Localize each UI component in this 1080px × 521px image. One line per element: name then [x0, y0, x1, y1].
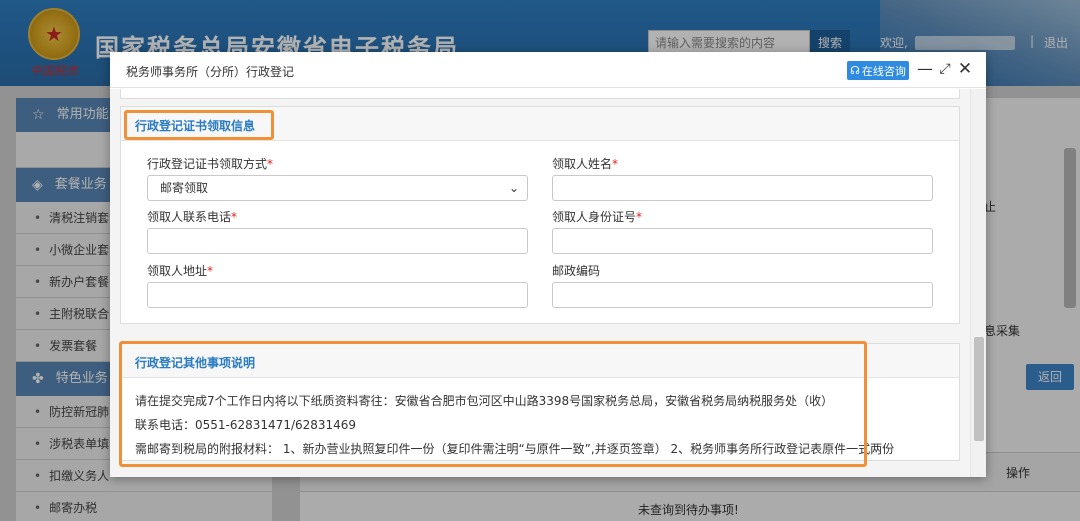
online-consult-label: 在线咨询 [861, 64, 906, 78]
receiver-address-input[interactable] [147, 282, 528, 308]
receiver-name-input[interactable] [552, 175, 933, 201]
receiver-phone-input[interactable] [147, 228, 528, 254]
certificate-collection-panel: 行政登记证书领取信息 行政登记证书领取方式* 邮寄领取 ⌄ 领取人姓名* 领取人… [120, 106, 960, 324]
contact-phone-text: 联系电话：0551-62831471/62831469 [135, 418, 357, 432]
chevron-down-icon: ⌄ [508, 181, 519, 195]
receiver-id-label: 领取人身份证号* [552, 210, 643, 224]
receiver-name-label: 领取人姓名* [552, 157, 619, 171]
receiver-address-label: 领取人地址* [147, 264, 214, 278]
required-mark: * [636, 210, 643, 224]
collection-method-select[interactable]: 邮寄领取 ⌄ [147, 175, 528, 201]
modal-scrollbar-thumb[interactable] [974, 337, 984, 441]
certificate-collection-header: 行政登记证书领取信息 [121, 107, 959, 141]
modal-title: 税务师事务所（分所）行政登记 [126, 65, 295, 79]
required-mark: * [267, 157, 274, 171]
maximize-icon[interactable]: ⤢ [936, 59, 954, 79]
certificate-collection-title: 行政登记证书领取信息 [135, 119, 256, 133]
online-consult-button[interactable]: ☊ 在线咨询 [847, 61, 909, 80]
modal-scrollbar[interactable] [970, 89, 986, 477]
collection-method-value: 邮寄领取 [160, 181, 209, 195]
required-mark: * [231, 210, 238, 224]
other-matters-panel: 行政登记其他事项说明 请在提交完成7个工作日内将以下纸质资料寄往：安徽省合肥市包… [120, 343, 960, 461]
headset-icon: ☊ [850, 64, 860, 77]
other-matters-title: 行政登记其他事项说明 [135, 356, 256, 370]
registration-modal: 税务师事务所（分所）行政登记 ☊ 在线咨询 — ⤢ ✕ 行政登记证书领取信息 行… [110, 52, 986, 477]
receiver-phone-label: 领取人联系电话* [147, 210, 238, 224]
minimize-icon[interactable]: — [916, 59, 934, 79]
close-icon[interactable]: ✕ [956, 59, 974, 79]
required-mark: * [207, 264, 214, 278]
postal-code-label: 邮政编码 [552, 264, 601, 278]
collection-method-label: 行政登记证书领取方式* [147, 157, 274, 171]
attachment-materials-text: 需邮寄到税局的附报材料： 1、新办营业执照复印件一份（复印件需注明“与原件一致”… [135, 442, 895, 456]
previous-panel-edge [120, 89, 960, 99]
receiver-id-input[interactable] [552, 228, 933, 254]
modal-titlebar: 税务师事务所（分所）行政登记 ☊ 在线咨询 — ⤢ ✕ [110, 52, 986, 88]
required-mark: * [612, 157, 619, 171]
other-matters-header: 行政登记其他事项说明 [121, 344, 959, 378]
modal-content: 行政登记证书领取信息 行政登记证书领取方式* 邮寄领取 ⌄ 领取人姓名* 领取人… [110, 89, 986, 477]
postal-code-input[interactable] [552, 282, 933, 308]
mailing-instruction-text: 请在提交完成7个工作日内将以下纸质资料寄往：安徽省合肥市包河区中山路3398号国… [135, 394, 834, 408]
